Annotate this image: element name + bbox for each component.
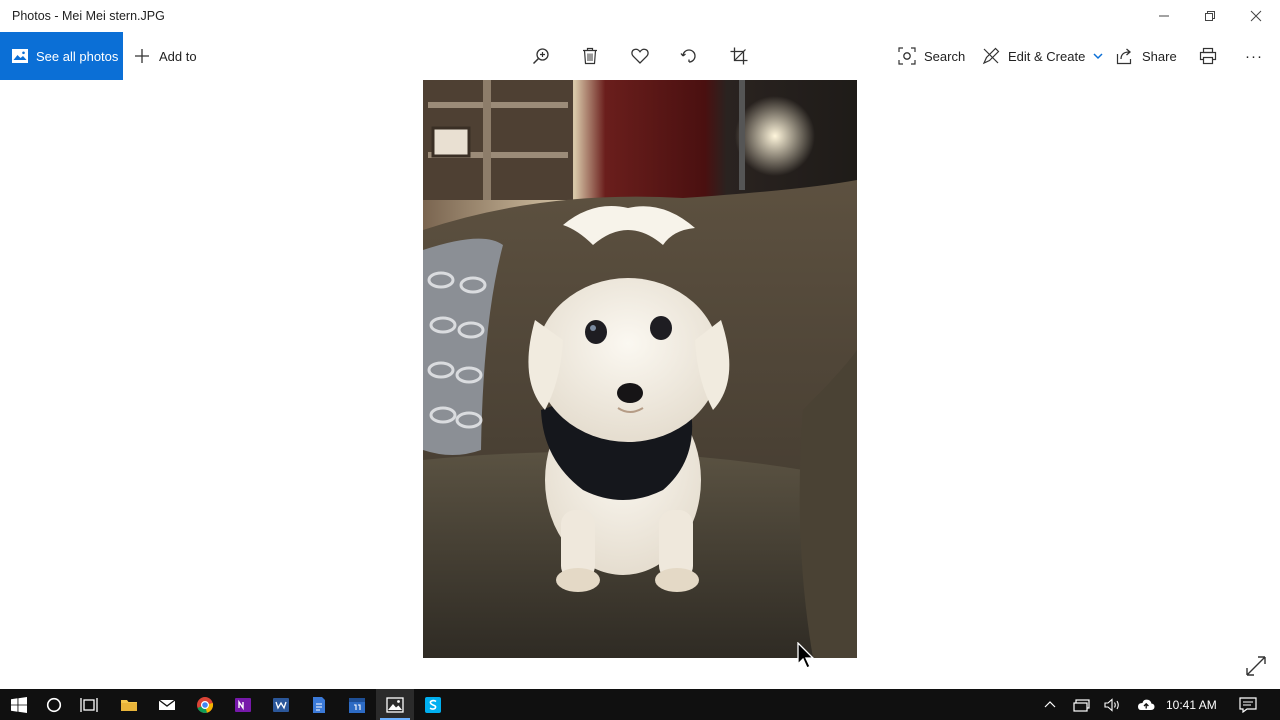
task-view-icon [80,697,98,712]
close-icon [1250,10,1262,22]
more-options-button[interactable]: ··· [1245,32,1263,80]
taskbar-clock[interactable]: 10:41 AM [1166,689,1217,720]
dog-photo [423,80,857,658]
printer-icon [1199,47,1217,65]
close-button[interactable] [1233,0,1279,32]
skype-icon [425,696,441,713]
edit-create-button[interactable]: Edit & Create [982,32,1103,80]
favorite-button[interactable] [628,44,652,68]
photos-app-icon [386,696,404,713]
network-icon [1073,698,1090,712]
chevron-up-icon [1044,700,1056,707]
mail-icon [158,698,176,710]
add-to-label: Add to [159,48,197,64]
add-to-button[interactable]: Add to [134,32,197,80]
zoom-in-icon [532,48,549,65]
rotate-button[interactable] [677,44,701,68]
taskbar-chrome[interactable] [186,689,224,720]
share-label: Share [1142,48,1177,64]
show-hidden-icons-button[interactable] [1036,689,1064,720]
rotate-icon [680,49,696,63]
restore-icon [1205,11,1215,21]
expand-icon [1246,656,1266,676]
minimize-icon [1159,15,1169,17]
onenote-icon [235,697,251,712]
taskbar-mail[interactable] [148,689,186,720]
photos-icon [12,49,28,63]
network-tray-button[interactable] [1068,689,1096,720]
edit-create-label: Edit & Create [1008,48,1086,64]
chevron-down-icon [1093,53,1103,60]
share-icon [1116,48,1132,65]
cloud-upload-icon [1138,699,1155,710]
taskbar-word[interactable] [262,689,300,720]
chrome-icon [197,696,214,713]
plus-icon [135,49,149,63]
volume-tray-button[interactable] [1099,689,1127,720]
edit-icon [982,47,1000,65]
folder-icon [121,699,137,711]
taskbar-photos[interactable] [376,689,414,720]
task-view-button[interactable] [70,689,108,720]
document-icon [313,696,325,713]
fullscreen-button[interactable] [1244,654,1268,678]
taskbar-skype[interactable] [414,689,452,720]
photo-viewer-image[interactable] [423,80,857,658]
calendar-icon [349,697,365,713]
search-label: Search [924,48,966,64]
more-icon: ··· [1245,47,1263,65]
taskbar-notes[interactable] [300,689,338,720]
delete-button[interactable] [578,44,602,68]
heart-icon [631,48,649,64]
speaker-icon [1104,697,1119,712]
share-button[interactable]: Share [1116,32,1177,80]
notification-icon [1239,696,1257,713]
taskbar-calendar[interactable] [338,689,376,720]
windows-logo-icon [11,696,27,713]
taskbar: 10:41 AM [0,689,1280,720]
taskbar-onenote[interactable] [224,689,262,720]
see-all-photos-button[interactable]: See all photos [0,32,123,80]
minimize-button[interactable] [1141,0,1187,32]
start-button[interactable] [0,689,38,720]
restore-button[interactable] [1187,0,1233,32]
taskbar-file-explorer[interactable] [110,689,148,720]
action-center-button[interactable] [1234,689,1262,720]
onedrive-tray-button[interactable] [1132,689,1160,720]
zoom-button[interactable] [529,44,553,68]
cortana-button[interactable] [35,689,73,720]
visual-search-icon [898,47,916,65]
trash-icon [583,47,597,65]
crop-button[interactable] [727,44,751,68]
window-title: Photos - Mei Mei stern.JPG [12,9,165,23]
mouse-cursor-icon [797,642,815,669]
crop-icon [730,47,748,65]
title-bar: Photos - Mei Mei stern.JPG [0,0,1280,32]
print-button[interactable] [1196,44,1220,68]
toolbar: See all photos Add to Search Edit & Crea… [0,32,1280,80]
cortana-circle-icon [46,697,62,712]
word-icon [273,697,289,712]
search-button[interactable]: Search [898,32,965,80]
see-all-photos-label: See all photos [36,48,119,64]
